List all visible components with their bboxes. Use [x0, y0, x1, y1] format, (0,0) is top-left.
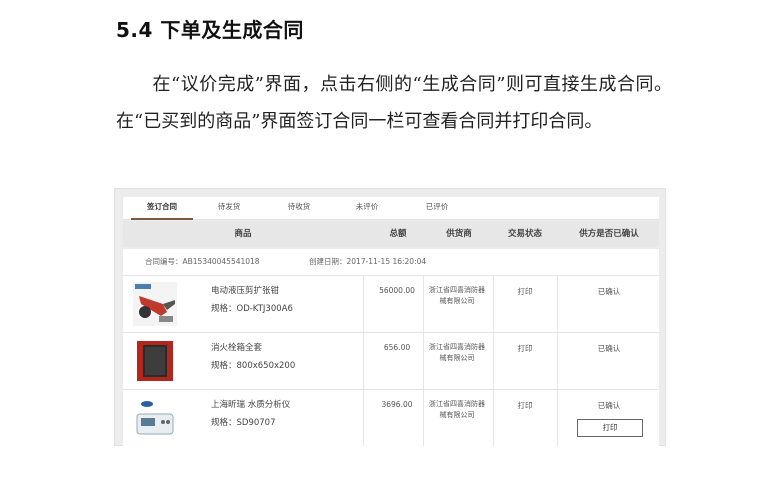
water-analyzer-icon	[133, 396, 177, 440]
paragraph-text: 在“议价完成”界面，点击右侧的“生成合同”则可直接生成合同。在“已买到的商品”界…	[116, 74, 672, 132]
tab-not-reviewed[interactable]: 未评价	[337, 197, 397, 218]
table-row: 上海昕瑞 水质分析仪 规格：SD90707 3696.00 浙江省四喜消防器 械有…	[123, 390, 659, 446]
header-amount: 总额	[389, 229, 407, 239]
amount: 656.00	[383, 343, 411, 352]
header-supplier: 供货商	[446, 229, 472, 239]
table-header: 商品 总额 供货商 交易状态 供方是否已确认	[123, 221, 659, 247]
product-spec: 规格：SD90707	[211, 418, 276, 428]
body-paragraph: 在“议价完成”界面，点击右侧的“生成合同”则可直接生成合同。在“已买到的商品”界…	[116, 66, 672, 140]
print-contract-button[interactable]: 打印	[577, 419, 643, 437]
amount: 3696.00	[381, 400, 413, 409]
confirm-status: 已确认	[597, 401, 621, 410]
confirm-status: 已确认	[597, 287, 621, 296]
hydrant-cabinet-icon	[133, 339, 177, 383]
table-row: 消火栓箱全套 规格：800x650x200 656.00 浙江省四喜消防器 械有限…	[123, 333, 659, 390]
product-spec: 规格：OD-KTJ300A6	[211, 304, 293, 314]
header-supplier-confirmed: 供方是否已确认	[579, 229, 639, 239]
product-name[interactable]: 消火栓箱全套	[211, 341, 262, 353]
supplier: 浙江省四喜消防器 械有限公司	[429, 400, 485, 419]
contract-number: 合同编号：AB15340045541018	[145, 257, 260, 266]
trade-status-print[interactable]: 打印	[495, 286, 555, 297]
product-spec: 规格：800x650x200	[211, 361, 296, 371]
hydraulic-tool-icon	[133, 282, 177, 326]
table-row: 电动液压剪扩张钳 规格：OD-KTJ300A6 56000.00 浙江省四喜消防…	[123, 276, 659, 333]
trade-status-print[interactable]: 打印	[495, 343, 555, 354]
tab-awaiting-shipment[interactable]: 待发货	[199, 197, 259, 218]
product-name[interactable]: 上海昕瑞 水质分析仪	[211, 398, 290, 410]
trade-status-print[interactable]: 打印	[495, 400, 555, 411]
header-product: 商品	[234, 229, 252, 239]
header-trade-status: 交易状态	[507, 229, 542, 239]
created-date: 创建日期：2017-11-15 16:20:04	[309, 257, 427, 266]
tab-sign-contract[interactable]: 签订合同	[131, 197, 193, 220]
supplier: 浙江省四喜消防器 械有限公司	[429, 286, 485, 305]
contract-screenshot: 签订合同 待发货 待收货 未评价 已评价 商品 总额 供货商 交易状态 供方是否…	[114, 188, 666, 446]
section-heading: 5.4 下单及生成合同	[116, 18, 304, 42]
product-name[interactable]: 电动液压剪扩张钳	[211, 284, 279, 296]
tab-reviewed[interactable]: 已评价	[407, 197, 467, 218]
confirm-status: 已确认	[597, 344, 621, 353]
amount: 56000.00	[379, 286, 415, 295]
tab-awaiting-receipt[interactable]: 待收货	[269, 197, 329, 218]
order-tabs: 签订合同 待发货 待收货 未评价 已评价	[123, 197, 659, 220]
supplier: 浙江省四喜消防器 械有限公司	[429, 343, 485, 362]
order-meta: 合同编号：AB15340045541018 创建日期：2017-11-15 16…	[123, 249, 659, 276]
